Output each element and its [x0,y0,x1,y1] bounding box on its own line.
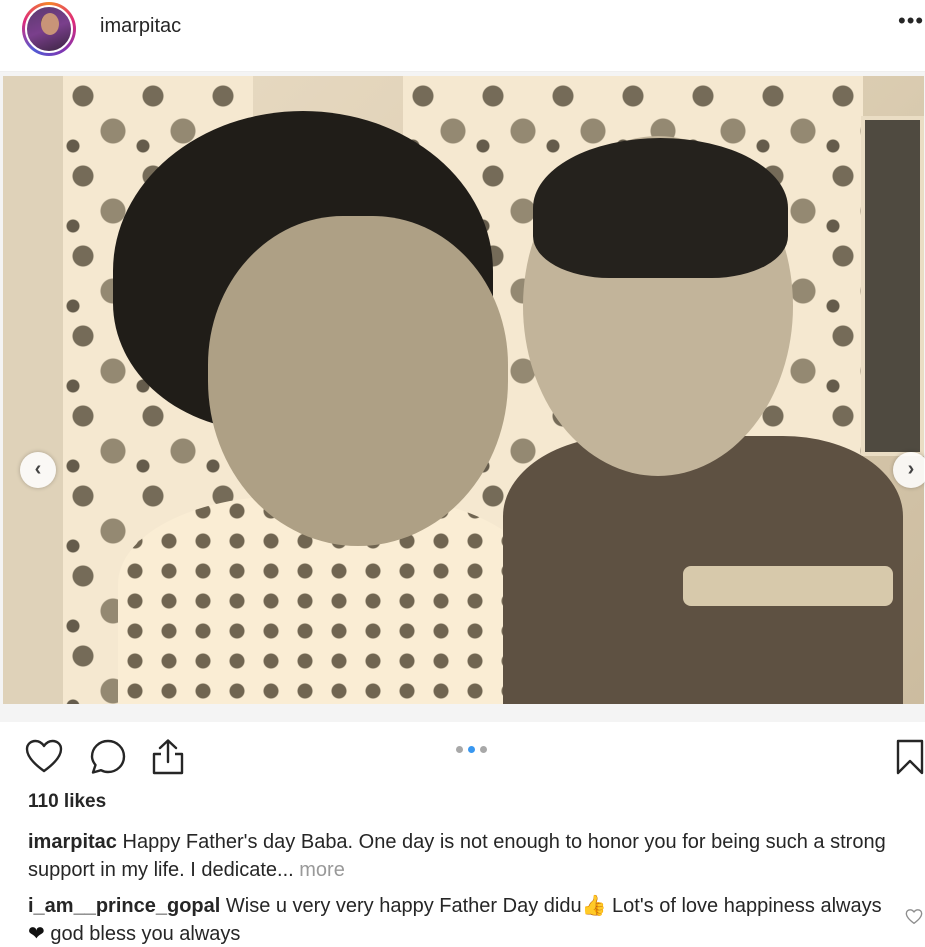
post-header: imarpitac ••• [0,0,925,72]
avatar-image [25,5,73,53]
comment-username[interactable]: i_am__prince_gopal [28,895,220,917]
post-photo [3,76,924,704]
carousel-dot [480,746,487,753]
caption-more-link[interactable]: more [299,859,345,881]
carousel-dots [456,746,487,753]
carousel-next-button[interactable]: › [893,452,925,488]
post-caption: imarpitac Happy Father's day Baba. One d… [28,828,898,884]
photo-baby-dress-trim [683,566,893,606]
bookmark-icon[interactable] [890,737,925,777]
comment-text: Wise u very very happy Father Day didu [225,895,582,917]
carousel-dot [456,746,463,753]
post-media: ‹ › [0,72,925,722]
caption-text: Happy Father's day Baba. One day is not … [28,831,886,881]
photo-window [861,116,924,456]
post-username[interactable]: imarpitac [100,15,181,38]
photo-baby-hair [533,138,788,278]
comment-icon[interactable] [88,737,128,777]
comment-text-2: Lot's of love happiness always [606,895,882,917]
more-options-icon[interactable]: ••• [898,8,924,34]
carousel-prev-button[interactable]: ‹ [20,452,56,488]
heart-emoji: ❤ [28,923,45,945]
comment-item: i_am__prince_gopal Wise u very very happ… [28,892,888,947]
comment-like-icon[interactable] [905,908,923,926]
caption-username[interactable]: imarpitac [28,831,117,853]
action-bar [0,722,925,792]
heart-icon[interactable] [24,737,64,777]
comment-text-3: god bless you always [44,923,241,945]
photo-wall [3,76,63,704]
carousel-dot-active [468,746,475,753]
share-icon[interactable] [148,737,188,777]
photo-man-face [208,216,508,546]
likes-count[interactable]: 110 likes [28,791,106,813]
thumbs-up-emoji: 👍 [581,895,607,917]
avatar[interactable] [22,2,76,56]
